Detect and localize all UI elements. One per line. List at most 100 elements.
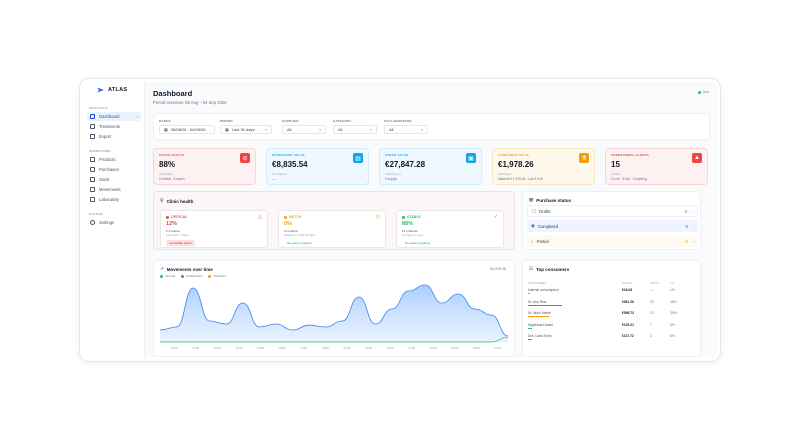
column-header-value: VALUE: [622, 281, 632, 285]
sidebar-item-products[interactable]: Products: [87, 155, 141, 164]
health-range: Less than 7 days: [166, 233, 189, 237]
table-row[interactable]: Dr. Ana Reis €961.26 22 49%: [528, 300, 698, 311]
category-select[interactable]: All ▾: [333, 125, 377, 134]
column-header-units: UNITS: [650, 281, 659, 285]
table-row[interactable]: Dr. Nuno Martin €598.73 13 30%: [528, 311, 698, 322]
purchase-status-label: Partial: [536, 238, 549, 244]
collaborator-area: [160, 285, 508, 342]
status-icon: ◉: [531, 223, 535, 228]
collaborator-value: All: [389, 127, 394, 132]
health-card-stable[interactable]: STABLE 88% 16 products 14 days or more No ac…: [396, 210, 504, 248]
x-tick-label: 27/08: [408, 346, 415, 350]
sidebar-item-label: Purchases: [99, 167, 119, 172]
health-label-text: CRITICAL: [171, 215, 188, 219]
chevron-right-icon: ›: [692, 208, 694, 214]
purchase-status-row-drafts[interactable]: ▢ Drafts 3 ›: [527, 205, 698, 217]
sidebar-item-label: Export: [99, 134, 112, 139]
period-select[interactable]: ▦ Last 30 days ▾: [220, 125, 272, 134]
line-chart-icon: ↗: [160, 266, 164, 271]
kpi-card[interactable]: CONSUMED VALUE €1,978.26 Attributed Materia…: [492, 148, 595, 185]
x-tick-label: 23/08: [365, 346, 372, 350]
table-row[interactable]: Dra. Carla Sorin €117.72 3 6%: [528, 334, 698, 345]
consumer-pct: 30%: [670, 311, 677, 315]
purchase-status-row-completed[interactable]: ◉ Completed 0 ›: [527, 220, 698, 232]
kpi-card[interactable]: CLINIC HEALTH 88% Alertability 2 critical ·…: [153, 148, 256, 185]
app-name: ATLAS: [108, 87, 128, 93]
page-subtitle: Period overview: 05 Aug – 04 Sep 2026: [153, 100, 227, 105]
main-content: Dashboard Period overview: 05 Aug – 04 S…: [145, 82, 717, 357]
consumer-name: Internal consumption: [528, 288, 559, 292]
kpi-label: CONSUMED VALUE: [498, 153, 530, 157]
sidebar: ATLAS ANALYTICS Dashboard › Treatments E…: [83, 82, 145, 357]
purchase-status-label: Drafts: [539, 208, 551, 214]
x-tick-label: 31/08: [451, 346, 458, 350]
consumer-value: €598.73: [622, 311, 634, 315]
range-value: 05/08/26 - 04/09/26: [170, 127, 206, 132]
x-tick-label: 07/08: [192, 346, 199, 350]
kpi-caption: 14 ordered: [272, 172, 287, 176]
kpi-card[interactable]: PURCHASED VALUE €8,835.54 14 ordered — ▤: [266, 148, 369, 185]
kpi-caption: Today's: [611, 172, 622, 176]
filter-label: COLLABORATOR: [384, 119, 412, 123]
collaborator-select[interactable]: All ▾: [384, 125, 428, 134]
panel-title: Clinic health: [166, 198, 194, 204]
health-card-label: CRITICAL: [166, 215, 187, 219]
sidebar-item-dashboard[interactable]: Dashboard ›: [87, 112, 141, 121]
warning-icon: △: [258, 214, 262, 220]
check-icon: ✓: [493, 214, 498, 220]
consumer-value: €125.21: [622, 322, 634, 327]
users-icon: ☷: [529, 266, 534, 271]
sidebar-item-label: Movements: [99, 187, 121, 192]
top-consumers-title: ☷ Top consumers: [529, 266, 569, 272]
health-card-label: STABLE: [402, 215, 421, 219]
health-card-watch[interactable]: WATCH 0% 3 products Between 7 and 14 days No…: [278, 210, 386, 248]
table-row[interactable]: Higienista Daniel €125.21 7 6%: [528, 323, 698, 334]
chevron-right-icon: ›: [136, 114, 138, 119]
chevron-right-icon: ›: [693, 238, 695, 244]
consumer-units: —: [650, 288, 654, 292]
section-label-analytics: ANALYTICS: [89, 106, 108, 110]
kpi-card[interactable]: STOCK VALUE €27,847.28 Inventory of 5 suppl…: [379, 148, 482, 185]
health-action-tag: No action required: [287, 241, 312, 245]
panel-title: Top consumers: [536, 266, 570, 272]
sidebar-item-treatments[interactable]: Treatments: [87, 122, 141, 131]
status-dot-icon: [166, 215, 169, 219]
app-logo[interactable]: ATLAS: [97, 87, 127, 93]
consumer-units: 13: [650, 311, 654, 315]
range-input[interactable]: ▦ 05/08/26 - 04/09/26: [159, 125, 215, 134]
kpi-value: €8,835.54: [272, 160, 308, 169]
consumer-pct: 6%: [670, 322, 675, 327]
health-card-critical[interactable]: CRITICAL 12% 2 products Less than 7 days Imm…: [160, 210, 268, 248]
supplier-filter: SUPPLIER All ▾: [282, 119, 326, 134]
kpi-card[interactable]: OPERATIONAL ALERTS 15 Today's 10 crit · 5 l…: [605, 148, 708, 185]
x-tick-label: 04/09: [495, 346, 502, 350]
supplier-select[interactable]: All ▾: [282, 125, 326, 134]
section-label-system: SYSTEM: [89, 212, 103, 216]
kpi-label: STOCK VALUE: [385, 153, 409, 157]
cart-icon: ▤: [353, 153, 363, 163]
sidebar-item-movements[interactable]: Movements: [87, 185, 141, 194]
consumer-pct: 1%: [670, 288, 675, 292]
consumer-value: €961.26: [622, 299, 634, 304]
kpi-label: PURCHASED VALUE: [272, 153, 305, 157]
sidebar-item-label: Laboratory: [99, 197, 120, 202]
x-tick-label: 19/08: [322, 346, 329, 350]
sidebar-item-settings[interactable]: Settings: [87, 218, 141, 227]
consumer-value: €117.72: [622, 334, 634, 338]
filter-label: SUPPLIER: [282, 119, 299, 123]
sidebar-item-purchases[interactable]: Purchases: [87, 165, 141, 174]
consumer-name: Dr. Nuno Martin: [528, 311, 552, 315]
kpi-detail: 10 crit · 5 low · 0 expiring: [611, 177, 647, 181]
health-label-text: WATCH: [289, 215, 302, 219]
table-row[interactable]: Internal consumption €18.08 — 1%: [528, 288, 698, 299]
sidebar-item-stock[interactable]: Stock: [87, 175, 141, 184]
consumer-pct: 49%: [670, 299, 677, 304]
movements-icon: [90, 187, 95, 192]
kpi-detail: Material € 1,978.26 · Lab € 0.00: [498, 177, 544, 181]
purchase-status-row-partial[interactable]: ◐ Partial 0 ›: [527, 235, 698, 247]
health-range: Between 7 and 14 days: [284, 233, 316, 237]
app-window: ATLAS ANALYTICS Dashboard › Treatments E…: [83, 82, 717, 357]
sidebar-item-export[interactable]: Export: [87, 132, 141, 141]
sidebar-item-laboratory[interactable]: Laboratory: [87, 195, 141, 204]
x-tick-label: 21/08: [343, 346, 350, 350]
